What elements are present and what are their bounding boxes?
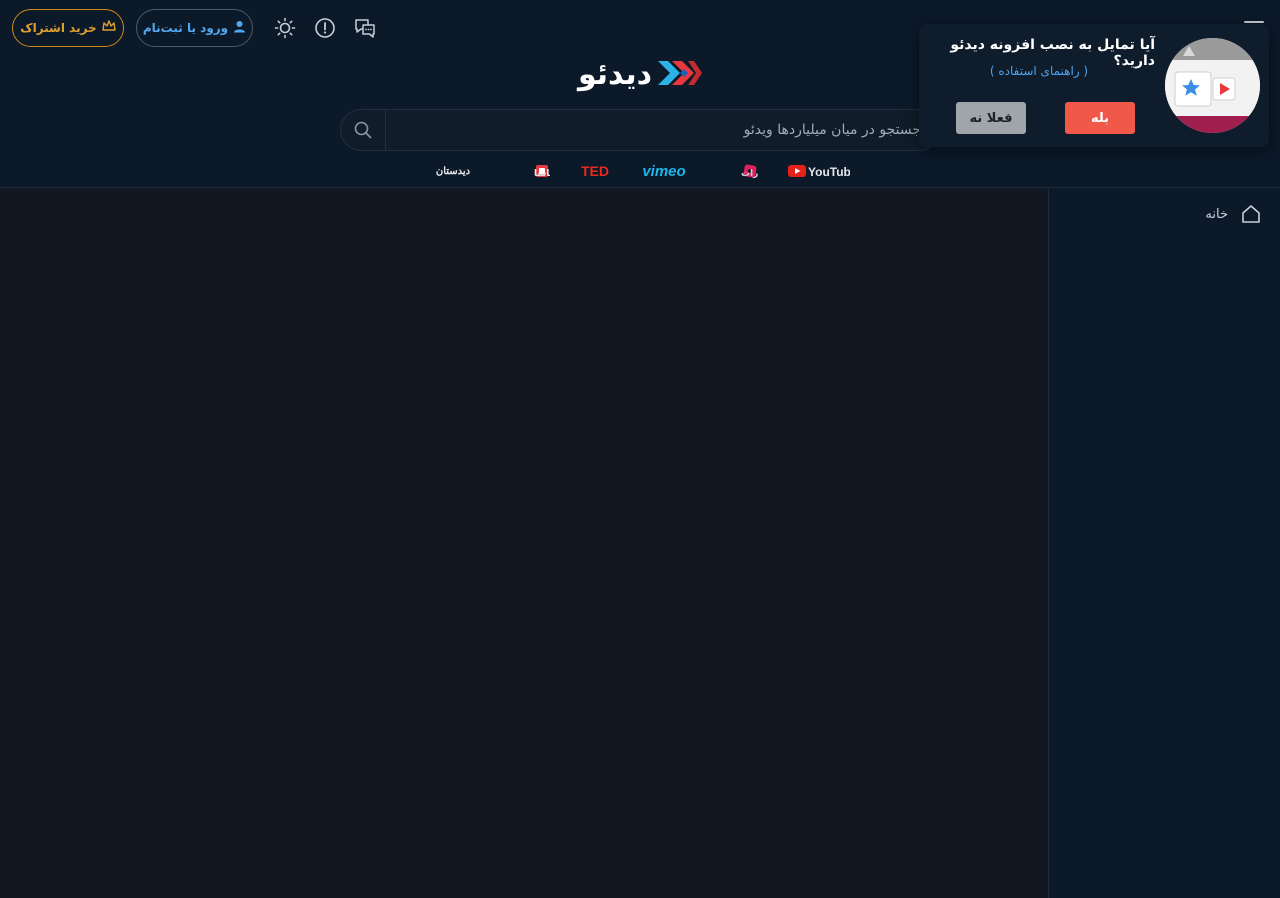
not-now-button[interactable]: فعلا نه	[956, 102, 1026, 134]
main-content	[0, 188, 1048, 898]
chat-icon[interactable]	[351, 14, 379, 42]
search-bar	[340, 109, 940, 151]
sidebar-item-home[interactable]: خانه	[1205, 202, 1262, 226]
source-youtube[interactable]: YouTube	[788, 160, 850, 182]
home-icon	[1242, 205, 1260, 223]
sidebar: خانه	[1048, 188, 1280, 898]
buy-subscription-button[interactable]: خرید اشتراک	[12, 9, 124, 47]
buy-subscription-label: خرید اشتراک	[20, 21, 97, 35]
user-icon	[233, 20, 246, 36]
crown-icon	[102, 19, 116, 37]
search-button[interactable]	[341, 110, 385, 150]
source-aparat[interactable]: آپارات	[716, 160, 758, 182]
search-input[interactable]	[387, 110, 921, 150]
namasha-icon: نماشا	[534, 165, 550, 179]
didestan-label: دیدستان	[435, 165, 471, 177]
ted-label: TED	[581, 163, 609, 179]
svg-text:آپارات: آپارات	[741, 167, 758, 179]
info-icon[interactable]	[311, 14, 339, 42]
source-vimeo[interactable]: vimeo	[641, 160, 687, 182]
sun-icon[interactable]	[271, 14, 299, 42]
login-register-button[interactable]: ورود یا ثبت‌نام	[136, 9, 253, 47]
site-logo[interactable]: دیدئو	[560, 54, 720, 96]
usage-guide-link[interactable]: ( راهنمای استفاده )	[929, 64, 1149, 78]
extension-install-popup: آیا تمایل به نصب افزونه دیدئو دارید؟ ( ر…	[919, 24, 1269, 147]
aparat-icon: آپارات	[741, 164, 758, 179]
logo-text: دیدئو	[577, 57, 653, 92]
svg-text:YouTube: YouTube	[808, 165, 850, 179]
vimeo-label: vimeo	[642, 162, 686, 180]
sidebar-item-label: خانه	[1205, 206, 1228, 222]
yes-button[interactable]: بله	[1065, 102, 1135, 134]
login-register-label: ورود یا ثبت‌نام	[142, 21, 229, 35]
youtube-icon: YouTube	[788, 165, 850, 179]
source-didestan[interactable]: دیدستان	[430, 160, 476, 182]
extension-illustration	[1165, 38, 1260, 133]
search-divider	[385, 110, 386, 150]
source-ted[interactable]: TED	[577, 160, 613, 182]
source-namasha[interactable]: نماشا	[504, 160, 550, 182]
logo-mark-icon	[658, 59, 703, 91]
svg-text:نماشا: نماشا	[534, 169, 550, 179]
search-icon	[354, 121, 372, 139]
